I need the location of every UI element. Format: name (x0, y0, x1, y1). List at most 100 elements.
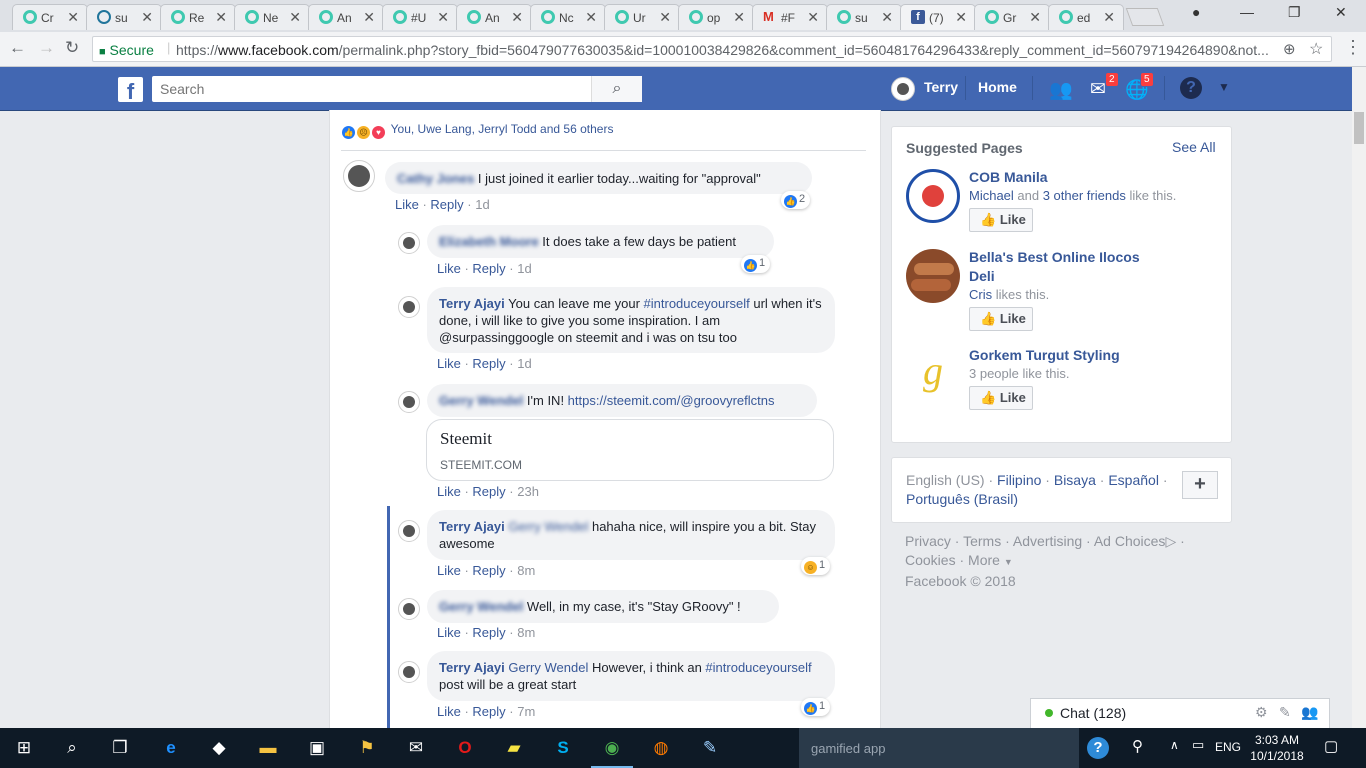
browser-tab[interactable]: Cr ✕ (12, 4, 88, 30)
ad-choices-link[interactable]: Ad Choices (1094, 533, 1166, 549)
browser-tab[interactable]: Ne ✕ (234, 4, 310, 30)
commenter-avatar[interactable] (398, 232, 420, 254)
browser-tab[interactable]: su ✕ (826, 4, 902, 30)
commenter-avatar[interactable] (398, 520, 420, 542)
close-tab-icon[interactable]: ✕ (1103, 9, 1115, 26)
bellas-deli-photo[interactable] (906, 249, 960, 303)
page-name-link[interactable]: COB Manila (969, 168, 1048, 187)
task-view-icon[interactable]: ❐ (109, 737, 131, 759)
zoom-icon[interactable]: ⊕ (1283, 40, 1296, 58)
comment-time[interactable]: 1d (475, 197, 489, 212)
close-tab-icon[interactable]: ✕ (437, 9, 449, 26)
dropbox-icon[interactable]: ◆ (208, 737, 230, 759)
page-name-link[interactable]: Gorkem Turgut Styling (969, 346, 1120, 365)
like-page-button[interactable]: 👍 Like (969, 386, 1033, 410)
commenter-avatar[interactable] (398, 661, 420, 683)
see-all-link[interactable]: See All (1172, 139, 1216, 155)
account-menu-arrow-icon[interactable]: ▼ (1218, 80, 1230, 94)
language-link[interactable]: Filipino (997, 472, 1041, 488)
bookmark-star-icon[interactable]: ☆ (1309, 39, 1323, 59)
browser-tab[interactable]: An ✕ (456, 4, 532, 30)
browser-tab[interactable]: ed ✕ (1048, 4, 1124, 30)
new-tab-button[interactable] (1125, 8, 1165, 26)
close-window-icon[interactable]: ✕ (1335, 4, 1347, 21)
browser-tab[interactable]: Ur ✕ (604, 4, 680, 30)
more-link[interactable]: More (968, 552, 1000, 568)
close-tab-icon[interactable]: ✕ (881, 9, 893, 26)
comment-time[interactable]: 8m (517, 625, 535, 640)
reply-link[interactable]: Reply (472, 484, 505, 499)
like-link[interactable]: Like (437, 563, 461, 578)
browser-tab-active[interactable]: f (7) ✕ (900, 4, 976, 30)
comment-time[interactable]: 1d (517, 261, 531, 276)
menu-icon[interactable]: ⋮ (1344, 37, 1362, 58)
browser-tab[interactable]: su ✕ (86, 4, 162, 30)
reaction-count[interactable]: ☺ 1 (801, 557, 831, 575)
terms-link[interactable]: Terms (963, 533, 1001, 549)
windows-start-icon[interactable]: ⊞ (13, 737, 35, 759)
like-link[interactable]: Like (437, 261, 461, 276)
facebook-logo[interactable]: f (118, 77, 143, 102)
close-tab-icon[interactable]: ✕ (215, 9, 227, 26)
link-preview-card[interactable]: Steemit STEEMIT.COM (426, 419, 834, 481)
edge-icon[interactable]: e (160, 737, 182, 759)
comment-time[interactable]: 7m (517, 704, 535, 719)
chat-settings-icon[interactable]: ⚙ (1255, 704, 1268, 721)
browser-tab[interactable]: Nc ✕ (530, 4, 606, 30)
like-link[interactable]: Like (437, 356, 461, 371)
secure-indicator[interactable]: ■ Secure (99, 42, 154, 58)
mention-link[interactable]: Gerry Wendel (508, 519, 588, 534)
like-link[interactable]: Like (395, 197, 419, 212)
like-page-button[interactable]: 👍 Like (969, 208, 1033, 232)
maximize-icon[interactable]: ❐ (1288, 4, 1301, 21)
search-icon[interactable]: ⌕ (61, 737, 83, 759)
reply-link[interactable]: Reply (472, 704, 505, 719)
chat-bar[interactable]: Chat (128) ⚙ ✎ 👥 (1030, 698, 1330, 728)
chrome-icon[interactable]: ◉ (591, 737, 633, 768)
forward-arrow-icon[interactable]: → (38, 38, 55, 58)
close-tab-icon[interactable]: ✕ (289, 9, 301, 26)
reply-link[interactable]: Reply (472, 261, 505, 276)
skype-icon[interactable]: S (552, 737, 574, 759)
cob-manila-logo[interactable] (906, 169, 960, 223)
messenger-icon[interactable]: ✉ (1090, 78, 1106, 101)
reply-link[interactable]: Reply (472, 356, 505, 371)
reactions-summary[interactable]: 👍 ☹ ♥ You, Uwe Lang, Jerryl Todd and 56 ot… (342, 121, 613, 139)
reaction-count[interactable]: 👍 1 (741, 255, 771, 273)
mail-icon[interactable]: ✉ (405, 737, 427, 759)
sticky-notes-icon[interactable]: ▰ (503, 737, 525, 759)
group-chat-icon[interactable]: 👥 (1301, 704, 1318, 721)
search-input[interactable] (152, 76, 592, 102)
user-avatar[interactable] (891, 77, 915, 101)
comment-time[interactable]: 8m (517, 563, 535, 578)
language-link[interactable]: Português (Brasil) (906, 491, 1018, 507)
back-arrow-icon[interactable]: ← (9, 38, 26, 58)
like-link[interactable]: Like (437, 704, 461, 719)
close-tab-icon[interactable]: ✕ (141, 9, 153, 26)
commenter-avatar[interactable] (343, 160, 375, 192)
close-tab-icon[interactable]: ✕ (1029, 9, 1041, 26)
paint-icon[interactable]: ✎ (699, 737, 721, 759)
language-link[interactable]: Bisaya (1054, 472, 1096, 488)
friend-requests-icon[interactable]: 👥 (1049, 78, 1073, 102)
profile-icon[interactable]: ● (1192, 4, 1200, 20)
profile-link[interactable]: Terry (924, 79, 958, 95)
home-link[interactable]: Home (978, 79, 1017, 95)
commenter-avatar[interactable] (398, 296, 420, 318)
new-message-icon[interactable]: ✎ (1279, 704, 1291, 721)
firefox-icon[interactable]: ◍ (650, 737, 672, 759)
opera-icon[interactable]: O (454, 737, 476, 759)
taskbar-note-preview[interactable]: gamified app (799, 728, 1079, 768)
search-icon[interactable]: ⌕ (591, 76, 642, 102)
close-tab-icon[interactable]: ✕ (585, 9, 597, 26)
language-link[interactable]: Español (1108, 472, 1159, 488)
file-explorer-icon[interactable]: ▬ (257, 737, 279, 759)
commenter-avatar[interactable] (398, 391, 420, 413)
reload-icon[interactable]: ↻ (65, 38, 79, 58)
privacy-link[interactable]: Privacy (905, 533, 951, 549)
gorkem-logo[interactable]: g (906, 346, 960, 400)
close-tab-icon[interactable]: ✕ (511, 9, 523, 26)
browser-tab[interactable]: op ✕ (678, 4, 754, 30)
hashtag-link[interactable]: #introduceyourself (705, 660, 811, 675)
browser-tab[interactable]: #U ✕ (382, 4, 458, 30)
